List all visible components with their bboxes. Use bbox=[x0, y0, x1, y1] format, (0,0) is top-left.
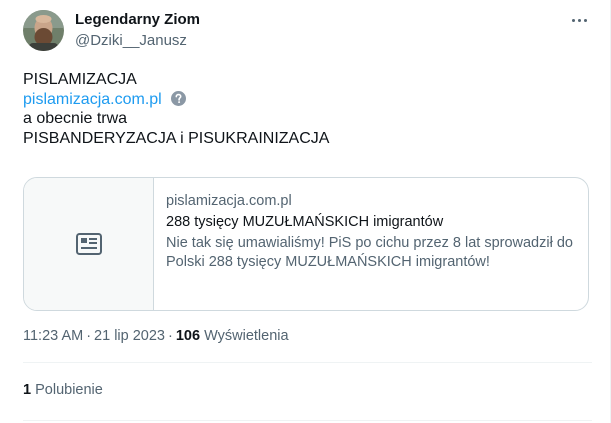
tweet-meta: 11:23 AM · 21 lip 2023 · 106 Wyświetlenia bbox=[23, 328, 289, 344]
tweet-text-line: PISLAMIZACJA bbox=[23, 71, 137, 88]
card-description: Nie tak się umawialiśmy! PiS po cichu pr… bbox=[166, 235, 573, 270]
likes-link[interactable]: 1 Polubienie bbox=[23, 382, 103, 398]
meta-separator: · bbox=[86, 328, 92, 344]
meta-separator: · bbox=[168, 328, 173, 344]
tweet-text-line: a obecnie trwa bbox=[23, 110, 128, 127]
divider bbox=[23, 420, 592, 421]
avatar-photo-icon bbox=[23, 10, 64, 51]
card-info: pislamizacja.com.pl 288 tysięcy MUZUŁMAŃ… bbox=[166, 192, 578, 272]
views-label: Wyświetlenia bbox=[204, 328, 289, 344]
likes-count: 1 bbox=[23, 382, 32, 398]
more-dot-icon bbox=[583, 18, 587, 22]
divider bbox=[23, 362, 592, 363]
more-dot-icon bbox=[571, 18, 575, 22]
more-options-button[interactable] bbox=[566, 10, 592, 30]
likes-label: Polubienie bbox=[35, 382, 103, 398]
tweet-time[interactable]: 11:23 AM bbox=[23, 328, 83, 344]
card-thumbnail bbox=[24, 178, 154, 310]
more-dot-icon bbox=[577, 18, 581, 22]
tweet-link-line: pislamizacja.com.pl bbox=[23, 90, 329, 110]
views-count: 106 bbox=[175, 328, 201, 344]
card-domain: pislamizacja.com.pl bbox=[166, 193, 292, 209]
card-title: 288 tysięcy MUZUŁMAŃSKICH imigrantów bbox=[166, 214, 444, 230]
avatar[interactable] bbox=[23, 10, 64, 51]
tweet-text-line: PISBANDERYZACJA i PISUKRAINIZACJA bbox=[23, 129, 330, 147]
tweet-date[interactable]: 21 lip 2023 bbox=[94, 328, 165, 344]
tweet-detail: Legendarny Ziom @Dziki__Janusz PISLAMIZA… bbox=[0, 0, 611, 423]
article-icon bbox=[75, 233, 102, 255]
tweet-link[interactable]: pislamizacja.com.pl bbox=[23, 91, 162, 108]
link-preview-card[interactable]: pislamizacja.com.pl 288 tysięcy MUZUŁMAŃ… bbox=[23, 177, 589, 311]
display-name[interactable]: Legendarny Ziom bbox=[75, 11, 200, 28]
tweet-text: PISLAMIZACJA pislamizacja.com.pl a obecn… bbox=[23, 70, 329, 148]
help-icon[interactable] bbox=[171, 90, 187, 106]
user-handle[interactable]: @Dziki__Janusz bbox=[75, 32, 187, 49]
